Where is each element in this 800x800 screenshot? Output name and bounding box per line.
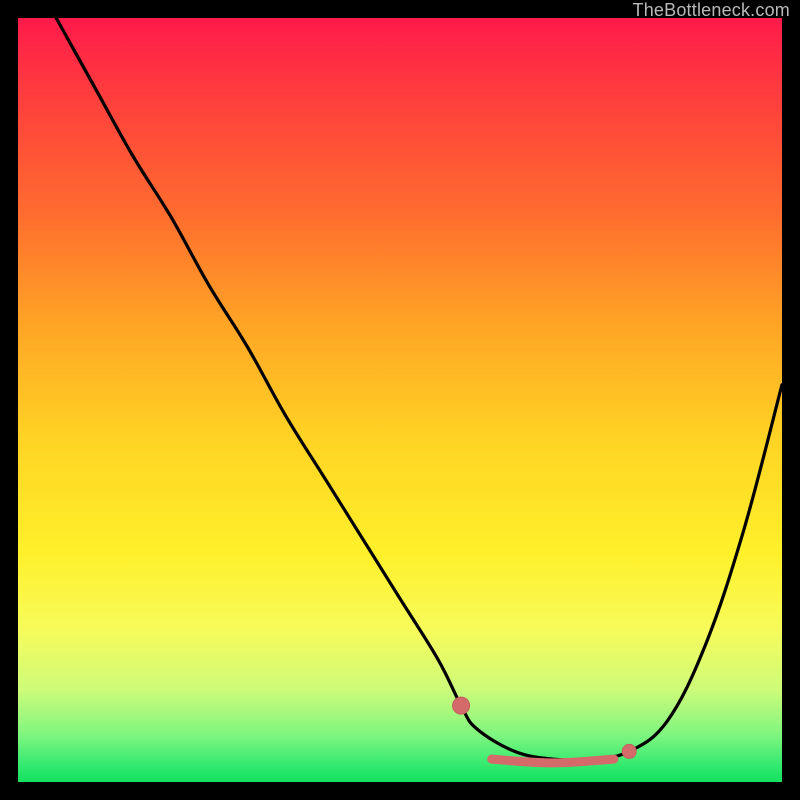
chart-frame: TheBottleneck.com	[0, 0, 800, 800]
marker-end	[622, 744, 636, 758]
curve-svg	[18, 18, 782, 782]
marker-start	[453, 697, 470, 714]
bottleneck-curve	[56, 18, 782, 760]
plot-area	[18, 18, 782, 782]
flat-region-marker	[492, 759, 614, 763]
